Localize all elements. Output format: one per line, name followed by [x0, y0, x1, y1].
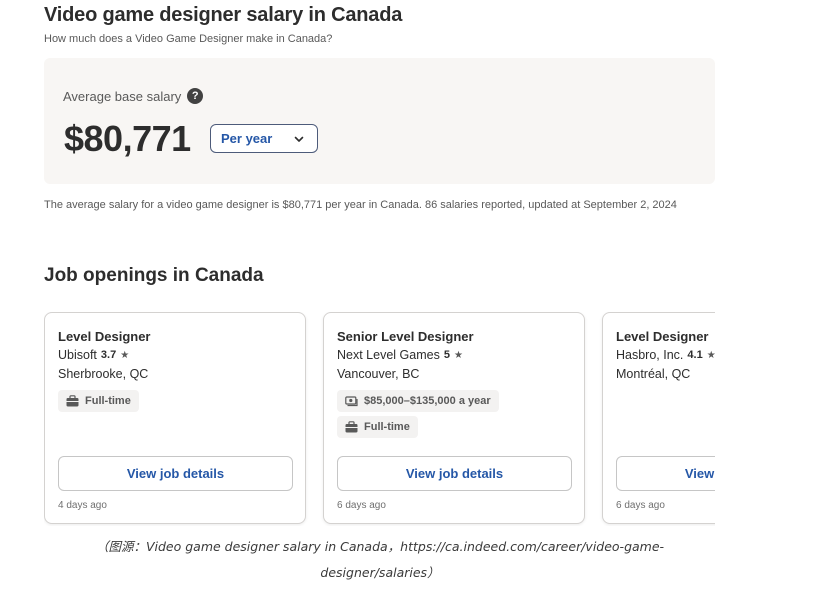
company-rating: 4.1 [687, 349, 703, 361]
page-title: Video game designer salary in Canada [44, 4, 403, 26]
period-select-value: Per year [221, 131, 273, 146]
job-card[interactable]: Senior Level Designer Next Level Games 5… [323, 312, 585, 524]
page-subtitle: How much does a Video Game Designer make… [44, 33, 333, 45]
company-name: Ubisoft [58, 348, 97, 362]
star-icon: ★ [120, 349, 130, 361]
briefcase-icon [66, 395, 79, 407]
job-openings-title: Job openings in Canada [44, 265, 264, 286]
star-icon: ★ [706, 349, 715, 361]
briefcase-icon [345, 421, 358, 433]
salary-tag: $85,000–$135,000 a year [337, 390, 499, 412]
posted-date: 4 days ago [58, 500, 107, 511]
job-card[interactable]: Level Designer Hasbro, Inc. 4.1 ★ Montré… [602, 312, 715, 524]
job-location: Sherbrooke, QC [58, 367, 149, 381]
salary-panel: Average base salary ? $80,771 Per year [44, 58, 715, 184]
pay-range: $85,000–$135,000 a year [364, 395, 491, 407]
job-title[interactable]: Level Designer [616, 329, 709, 344]
image-caption-line-1: （图源：Video game designer salary in Canada… [95, 539, 665, 554]
job-location: Montréal, QC [616, 367, 691, 381]
money-icon [345, 396, 358, 407]
company-row: Hasbro, Inc. 4.1 ★ [616, 348, 715, 362]
posted-date: 6 days ago [616, 500, 665, 511]
company-rating: 3.7 [100, 349, 117, 361]
company-rating: 5 [443, 349, 450, 361]
image-caption-line-2: designer/salaries） [320, 565, 440, 580]
view-job-details-button[interactable]: View job details [337, 456, 572, 491]
company-row: Next Level Games 5 ★ [337, 348, 463, 362]
chevron-down-icon [294, 136, 304, 142]
salary-note: The average salary for a video game desi… [44, 199, 677, 211]
star-icon: ★ [453, 349, 463, 361]
view-job-details-button[interactable]: View job details [58, 456, 293, 491]
salary-amount: $80,771 [64, 118, 191, 159]
average-salary-label-row: Average base salary ? [63, 88, 204, 104]
company-name: Hasbro, Inc. [616, 348, 684, 362]
help-icon[interactable]: ? [187, 88, 204, 104]
job-location: Vancouver, BC [337, 367, 420, 381]
average-salary-label: Average base salary [63, 88, 182, 104]
job-type: Full-time [364, 421, 410, 433]
job-type: Full-time [85, 395, 131, 407]
job-title[interactable]: Level Designer [58, 329, 151, 344]
view-job-details-button[interactable]: View job details [616, 456, 715, 491]
posted-date: 6 days ago [337, 500, 386, 511]
job-card[interactable]: Level Designer Ubisoft 3.7 ★ Sherbrooke,… [44, 312, 306, 524]
company-name: Next Level Games [337, 348, 440, 362]
period-select[interactable]: Per year [210, 124, 318, 153]
job-type-tag: Full-time [337, 416, 418, 438]
job-title[interactable]: Senior Level Designer [337, 329, 474, 344]
job-type-tag: Full-time [58, 390, 139, 412]
company-row: Ubisoft 3.7 ★ [58, 348, 129, 362]
job-cards-carousel: Level Designer Ubisoft 3.7 ★ Sherbrooke,… [44, 312, 715, 526]
